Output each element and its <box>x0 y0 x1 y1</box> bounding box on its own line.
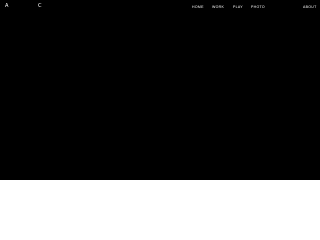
page: A C HOME WORK PLAY PHOTO ABOUT <box>0 0 320 200</box>
nav-play-link[interactable]: PLAY <box>233 5 243 9</box>
logo-mark-c[interactable]: C <box>38 3 42 9</box>
nav-work-link[interactable]: WORK <box>212 5 224 9</box>
nav-photo-link[interactable]: PHOTO <box>251 5 265 9</box>
nav-home-link[interactable]: HOME <box>192 5 204 9</box>
logo-mark-a[interactable]: A <box>5 3 9 9</box>
hero-section <box>0 0 320 180</box>
top-navigation-bar: A C HOME WORK PLAY PHOTO ABOUT <box>0 0 320 14</box>
nav-about-link[interactable]: ABOUT <box>303 5 317 9</box>
